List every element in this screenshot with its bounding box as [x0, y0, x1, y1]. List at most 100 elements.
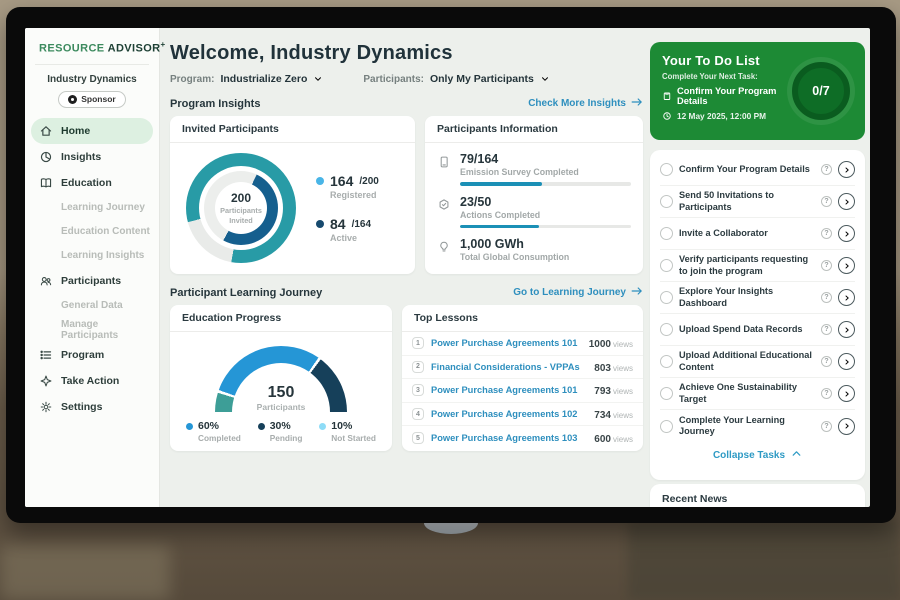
education-progress-card: Education Progress 150 Participants 60%: [170, 305, 392, 451]
chevron-right-icon[interactable]: [838, 225, 855, 242]
chevron-right-icon[interactable]: [838, 161, 855, 178]
task-checkbox[interactable]: [660, 291, 673, 304]
sidebar-item-label: General Data: [61, 300, 123, 311]
chevron-right-icon[interactable]: [838, 321, 855, 338]
help-icon[interactable]: [821, 356, 832, 367]
donut-center-value: 200: [231, 191, 251, 205]
program-filter-label: Program:: [170, 74, 214, 85]
lesson-link[interactable]: Power Purchase Agreements 103: [431, 433, 587, 443]
go-to-learning-journey-link[interactable]: Go to Learning Journey: [513, 286, 643, 299]
divider: [35, 64, 149, 65]
invited-participants-card: Invited Participants 200 Participants In…: [170, 116, 415, 274]
registered-value: 164: [330, 173, 353, 189]
sidebar-item-insights[interactable]: Insights: [31, 144, 153, 170]
collapse-tasks-link[interactable]: Collapse Tasks: [660, 442, 855, 468]
clipboard-icon: [662, 91, 672, 101]
task-checkbox[interactable]: [660, 259, 673, 272]
sidebar-item-label: Insights: [61, 151, 101, 163]
task-checkbox[interactable]: [660, 195, 673, 208]
help-icon[interactable]: [821, 260, 832, 271]
task-label: Upload Spend Data Records: [679, 324, 815, 335]
sidebar-item-manage-participants[interactable]: Manage Participants: [31, 318, 153, 342]
participants-filter-dropdown[interactable]: Participants: Only My Participants: [363, 73, 549, 85]
sidebar-item-label: Home: [61, 125, 90, 137]
gauge-legend: 60% Completed 30% Pending 10% Not Starte…: [170, 421, 392, 443]
lesson-link[interactable]: Financial Considerations - VPPAs: [431, 362, 587, 372]
todo-due-date: 12 May 2025, 12:00 PM: [677, 111, 766, 121]
help-icon[interactable]: [821, 164, 832, 175]
brand-secondary: ADVISOR: [108, 43, 161, 55]
chevron-down-icon: [313, 74, 323, 84]
stat-emission-survey: 79/164 Emission Survey Completed: [425, 143, 643, 177]
chevron-down-icon: [540, 74, 550, 84]
task-label: Invite a Collaborator: [679, 228, 815, 239]
task-checkbox[interactable]: [660, 323, 673, 336]
help-icon[interactable]: [821, 196, 832, 207]
sidebar-item-program[interactable]: Program: [31, 342, 153, 368]
chevron-right-icon[interactable]: [838, 257, 855, 274]
lesson-row: 3 Power Purchase Agreements 101 793views: [402, 379, 643, 403]
program-insights-header: Program Insights Check More Insights: [170, 97, 643, 110]
help-icon[interactable]: [821, 421, 832, 432]
check-more-insights-link[interactable]: Check More Insights: [528, 97, 643, 110]
help-icon[interactable]: [821, 324, 832, 335]
education-gauge-chart: 150 Participants: [215, 346, 347, 412]
sidebar-item-education[interactable]: Education: [31, 170, 153, 196]
chevron-right-icon[interactable]: [838, 289, 855, 306]
todo-column: Your To Do List Complete Your Next Task:…: [650, 28, 865, 507]
task-row: Explore Your Insights Dashboard: [660, 282, 855, 314]
lesson-link[interactable]: Power Purchase Agreements 101: [431, 338, 582, 348]
lesson-link[interactable]: Power Purchase Agreements 102: [431, 409, 587, 419]
sidebar-item-participants[interactable]: Participants: [31, 268, 153, 294]
sidebar-item-general-data[interactable]: General Data: [31, 294, 153, 318]
chevron-right-icon[interactable]: [838, 418, 855, 435]
task-checkbox[interactable]: [660, 387, 673, 400]
lesson-link[interactable]: Power Purchase Agreements 101: [431, 385, 587, 395]
sidebar-item-education-content[interactable]: Education Content: [31, 220, 153, 244]
help-icon[interactable]: [821, 292, 832, 303]
task-checkbox[interactable]: [660, 420, 673, 433]
lesson-row: 4 Power Purchase Agreements 102 734views: [402, 403, 643, 427]
chevron-right-icon[interactable]: [838, 353, 855, 370]
sidebar-item-take-action[interactable]: Take Action: [31, 368, 153, 394]
card-title: Education Progress: [170, 305, 392, 332]
learning-journey-header: Participant Learning Journey Go to Learn…: [170, 286, 643, 299]
invited-donut-chart: 200 Participants Invited 164 /200: [170, 143, 415, 263]
arrow-right-icon: [631, 286, 643, 299]
sidebar-item-label: Learning Journey: [61, 202, 145, 213]
registered-total: /200: [359, 176, 378, 187]
task-label: Complete Your Learning Journey: [679, 415, 815, 437]
sidebar-item-settings[interactable]: Settings: [31, 394, 153, 420]
task-label: Upload Additional Educational Content: [679, 350, 815, 372]
todo-progress-value: 0/7: [812, 84, 829, 98]
task-checkbox[interactable]: [660, 355, 673, 368]
help-icon[interactable]: [821, 228, 832, 239]
task-checkbox[interactable]: [660, 227, 673, 240]
sidebar-item-learning-insights[interactable]: Learning Insights: [31, 244, 153, 268]
chevron-right-icon[interactable]: [838, 385, 855, 402]
insights-cards-row: Invited Participants 200 Participants In…: [170, 116, 650, 274]
help-icon[interactable]: [821, 388, 832, 399]
stat-label: Emission Survey Completed: [460, 167, 579, 177]
legend-active: 84 /164 Active: [316, 216, 379, 243]
top-lessons-card: Top Lessons 1 Power Purchase Agreements …: [402, 305, 643, 451]
chevron-right-icon[interactable]: [838, 193, 855, 210]
program-filter-dropdown[interactable]: Program: Industrialize Zero: [170, 73, 323, 85]
task-row: Upload Additional Educational Content: [660, 346, 855, 378]
stat-actions: 23/50 Actions Completed: [425, 186, 643, 220]
todo-task-list: Confirm Your Program Details Send 50 Inv…: [650, 150, 865, 480]
task-row: Complete Your Learning Journey: [660, 410, 855, 442]
sidebar-item-home[interactable]: Home: [31, 118, 153, 144]
sidebar-item-learning-journey[interactable]: Learning Journey: [31, 196, 153, 220]
todo-hero-card: Your To Do List Complete Your Next Task:…: [650, 42, 865, 140]
rank-badge: 3: [412, 384, 424, 396]
home-icon: [39, 124, 53, 138]
participants-filter-label: Participants:: [363, 74, 424, 85]
completed-dot-icon: [186, 423, 193, 430]
task-checkbox[interactable]: [660, 163, 673, 176]
stat-value: 79/164: [460, 152, 579, 166]
background-highlight: [0, 545, 170, 600]
gauge-center-label: Participants: [215, 402, 347, 412]
active-dot-icon: [316, 220, 324, 228]
sponsor-badge: Sponsor: [58, 91, 126, 108]
